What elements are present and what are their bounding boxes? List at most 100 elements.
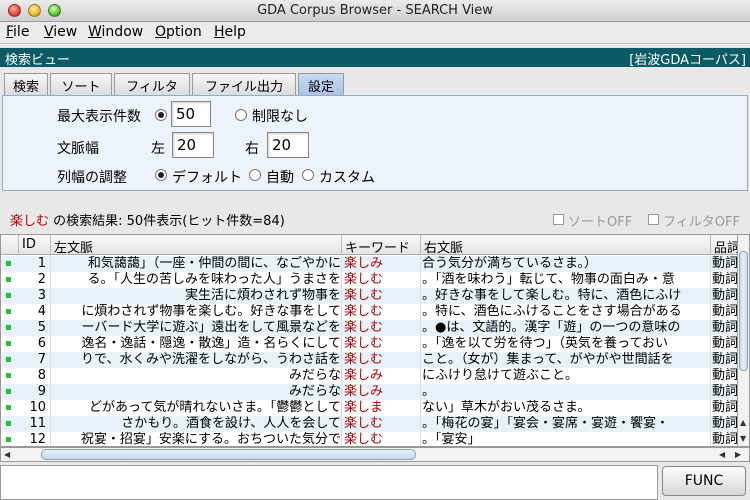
table-row[interactable]: 4 に煩わされず物事を楽しむ。好きな事をして 楽しむ 。特に、酒色にふけることをさす場… (1, 304, 738, 320)
scroll-left-arrow-icon-right[interactable]: ◀ (719, 450, 725, 459)
cell-pos: 動詞 (712, 384, 738, 399)
cell-left-context: どがあって気が晴れないさま。「鬱鬱として (51, 400, 342, 416)
right-context-input[interactable]: 20 (267, 132, 309, 158)
unlimited-label: 制限なし (252, 109, 308, 125)
scroll-right-arrow-icon[interactable]: ▶ (735, 450, 741, 459)
auto-label: 自動 (266, 170, 294, 186)
cell-id: 11 (19, 416, 51, 432)
left-context-input[interactable]: 20 (172, 132, 214, 158)
cell-left-context: 逸名・逸話・隠逸・散逸」造・名らくにして (51, 336, 342, 352)
scroll-down-arrow-icon[interactable]: ▼ (740, 434, 746, 443)
cell-pos: 動詞 (712, 304, 738, 319)
auto-radio[interactable] (249, 169, 261, 181)
context-width-label: 文脈幅 (57, 141, 99, 157)
vertical-scroll-thumb[interactable] (739, 251, 748, 371)
right-context-label: 右 (245, 141, 259, 157)
cell-pos: 動詞 (712, 320, 738, 335)
tab-filter[interactable]: フィルタ (114, 73, 190, 95)
horizontal-scrollbar[interactable]: ◀ ◀ ▶ (0, 447, 750, 462)
header-pos[interactable]: 品詞 (711, 235, 737, 255)
cell-right-context: にふけり怠けて遊ぶこと。 (422, 368, 711, 384)
table-row[interactable]: 12 祝宴・招宴」安楽にする。おちついた気分で 楽しむ 。「宴安」 動詞 (1, 432, 737, 446)
table-row[interactable]: 5 ーバード大学に遊ぶ」遠出をして風景などを 楽しむ 。●は、文語的。漢字「遊」の一つ… (1, 320, 738, 336)
tab-search[interactable]: 検索 (4, 73, 48, 95)
table-row[interactable]: 9 みだらな 楽しみ。動詞 (1, 384, 738, 400)
cell-keyword: 楽しみ (342, 368, 421, 384)
menu-help[interactable]: Help (214, 24, 246, 40)
table-row[interactable]: 1 和気藹藹」（一座・仲間の間に、なごやかに 楽しみ 合う気分が満ちているさま。） 動詞 (1, 256, 737, 272)
cell-left-context: みだらな (51, 384, 342, 400)
default-radio[interactable] (155, 169, 167, 181)
cell-keyword: 楽しむ (342, 272, 421, 288)
cell-keyword: 楽しむ (342, 304, 421, 320)
left-context-label: 左 (151, 141, 165, 157)
row-marker-icon (6, 421, 11, 426)
sort-off-checkbox[interactable] (553, 214, 564, 225)
menu-view[interactable]: View (44, 24, 77, 40)
panel-header: 検索ビュー [岩波GDAコーパス] (0, 48, 750, 68)
cell-keyword: 楽しむ (342, 336, 421, 352)
horizontal-scroll-thumb[interactable] (41, 449, 416, 460)
table-row[interactable]: 7 りで、水くみや洗濯をしながら、うわさ話を 楽しむ こと。（女が）集まって、がやがや… (1, 352, 737, 368)
menu-file[interactable]: File (6, 24, 29, 40)
row-marker-icon (6, 325, 11, 330)
header-marker (1, 235, 19, 255)
cell-right-context: 。「酒を味わう」転じて、物事の面白み・意 (422, 272, 711, 288)
table-row[interactable]: 10 どがあって気が晴れないさま。「鬱鬱として 楽しま ない」草木がおい茂るさま。 動詞 (1, 400, 737, 416)
menu-option[interactable]: Option (155, 24, 202, 40)
tab-sort[interactable]: ソート (50, 73, 112, 95)
row-marker-icon (6, 373, 11, 378)
cell-pos: 動詞 (712, 416, 738, 431)
header-keyword[interactable]: キーワード (342, 235, 421, 255)
table-row[interactable]: 8 みだらな 楽しみ にふけり怠けて遊ぶこと。 動詞 (1, 368, 737, 384)
row-marker-icon (6, 389, 11, 394)
cell-left-context: ーバード大学に遊ぶ」遠出をして風景などを (51, 320, 342, 336)
window-title: GDA Corpus Browser - SEARCH View (257, 3, 493, 18)
cell-right-context: 。 (422, 384, 711, 400)
cell-keyword: 楽しみ (342, 256, 421, 272)
max-display-label: 最大表示件数 (57, 109, 141, 125)
scroll-left-arrow-icon[interactable]: ◀ (4, 450, 10, 459)
cell-keyword: 楽しむ (342, 288, 421, 304)
scroll-up-arrow-icon[interactable]: ▲ (740, 418, 746, 427)
row-marker-icon (6, 341, 11, 346)
cell-right-context: こと。（女が）集まって、がやがや世間話を (422, 352, 711, 368)
row-marker-icon (6, 277, 11, 282)
header-right-context[interactable]: 右文脈 (421, 235, 711, 255)
custom-radio[interactable] (302, 169, 314, 181)
cell-left-context: 和気藹藹」（一座・仲間の間に、なごやかに (51, 256, 342, 272)
command-input[interactable] (0, 465, 658, 500)
table-row[interactable]: 11 さかもり。酒食を設け、人人を会して 楽しむ 。「梅花の宴」「宴会・宴席・宴遊・饗… (1, 416, 738, 432)
max-display-input[interactable]: 50 (171, 101, 211, 127)
max-display-radio[interactable] (155, 109, 167, 121)
row-marker-icon (6, 405, 11, 410)
header-id[interactable]: ID (19, 235, 51, 255)
cell-id: 6 (19, 336, 51, 352)
cell-id: 4 (19, 304, 51, 320)
cell-left-context: に煩わされず物事を楽しむ。好きな事をして (51, 304, 342, 320)
menu-window[interactable]: Window (88, 24, 143, 40)
filter-off-checkbox[interactable] (648, 214, 659, 225)
func-button[interactable]: FUNC (662, 466, 746, 496)
sort-off-label: ソートOFF (568, 215, 633, 230)
cell-keyword: 楽しむ (342, 432, 421, 446)
cell-id: 2 (19, 272, 51, 288)
table-row[interactable]: 3 実生活に煩わされず物事を 楽しむ 。好きな事をして楽しむ。特に、酒色にふけ 動詞 (1, 288, 737, 304)
table-row[interactable]: 2 る。「人生の苦しみを味わった人」うまさを 楽しむ 。「酒を味わう」転じて、物事の面… (1, 272, 737, 288)
cell-left-context: みだらな (51, 368, 342, 384)
results-table: ID 左文脈 キーワード 右文脈 品詞 1 和気藹藹」（一座・仲間の間に、なごやか… (0, 234, 738, 447)
unlimited-radio[interactable] (235, 109, 247, 121)
row-marker-icon (6, 437, 11, 442)
cell-id: 7 (19, 352, 51, 368)
custom-label: カスタム (319, 170, 375, 186)
column-adjust-label: 列幅の調整 (57, 170, 127, 186)
vertical-scrollbar[interactable]: ▲ ▼ (738, 234, 750, 447)
table-row[interactable]: 6 逸名・逸話・隠逸・散逸」造・名らくにして 楽しむ 。「逸を以て労を待つ」（英気を養… (1, 336, 737, 352)
tab-settings[interactable]: 設定 (298, 73, 344, 95)
cell-right-context: 。「宴安」 (422, 432, 711, 446)
cell-right-context: 。好きな事をして楽しむ。特に、酒色にふけ (422, 288, 711, 304)
tab-file-output[interactable]: ファイル出力 (192, 73, 296, 95)
header-left-context[interactable]: 左文脈 (51, 235, 342, 255)
cell-id: 8 (19, 368, 51, 384)
cell-keyword: 楽しま (342, 400, 421, 416)
